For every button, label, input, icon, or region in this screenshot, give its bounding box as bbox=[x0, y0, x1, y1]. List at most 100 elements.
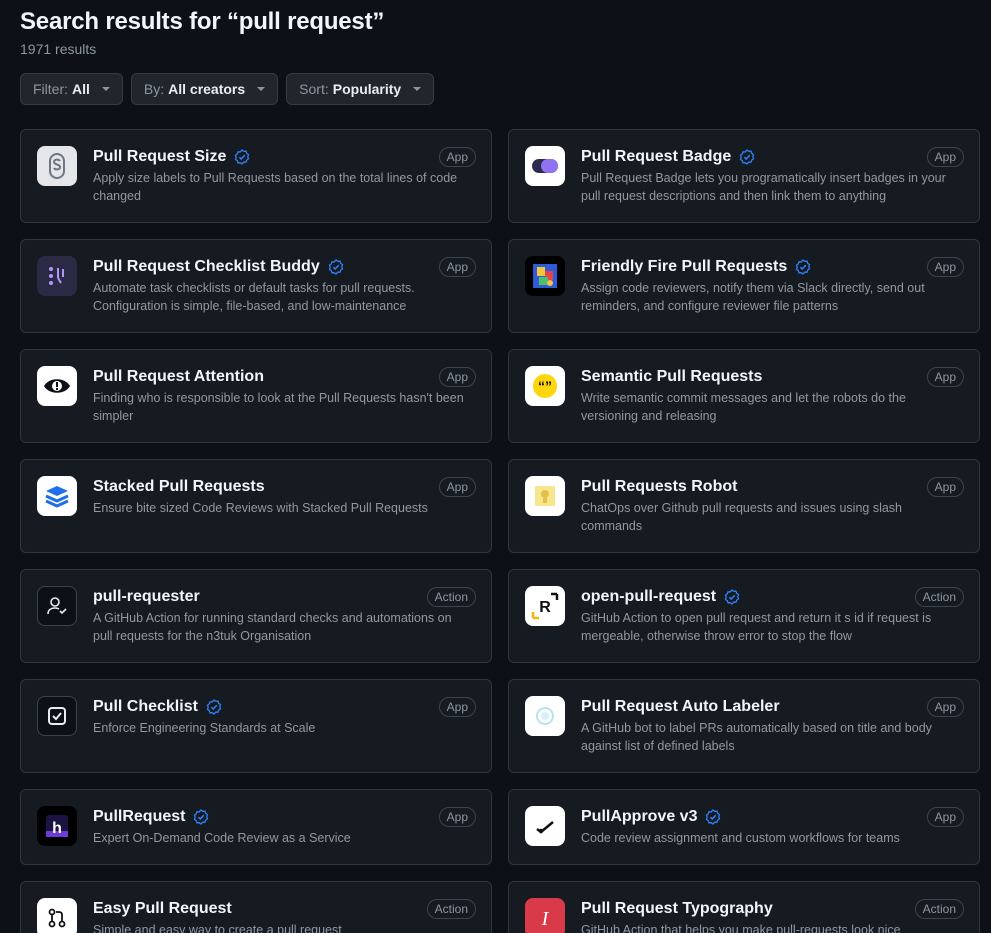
result-name-row: pull-requester bbox=[93, 586, 475, 608]
filter-type-label: Filter: bbox=[33, 81, 68, 97]
result-name[interactable]: Pull Request Typography bbox=[581, 900, 773, 918]
result-name-row: Stacked Pull Requests bbox=[93, 476, 475, 498]
result-description: ChatOps over Github pull requests and is… bbox=[581, 501, 903, 533]
result-description: Finding who is responsible to look at th… bbox=[93, 391, 464, 423]
result-name[interactable]: open-pull-request bbox=[581, 588, 716, 606]
verified-badge-icon bbox=[724, 589, 740, 605]
verified-badge-icon bbox=[795, 259, 811, 275]
type-badge: App bbox=[926, 697, 964, 717]
result-name[interactable]: Pull Request Attention bbox=[93, 368, 264, 386]
result-name-row: Pull Request Badge bbox=[581, 146, 963, 168]
checklist-buddy-icon bbox=[37, 256, 77, 296]
result-name[interactable]: Pull Request Auto Labeler bbox=[581, 698, 780, 716]
result-name[interactable]: Pull Checklist bbox=[93, 698, 198, 716]
type-badge: App bbox=[926, 367, 964, 387]
type-badge: App bbox=[926, 477, 964, 497]
type-badge: Action bbox=[914, 899, 964, 919]
result-name-row: Pull Request Typography bbox=[581, 898, 963, 920]
result-card[interactable]: Pull Request Checklist Buddy App Automate … bbox=[20, 239, 492, 333]
result-card[interactable]: I Pull Request Typography Action GitHub Act… bbox=[508, 881, 980, 933]
type-badge: App bbox=[926, 807, 964, 827]
chevron-down-icon bbox=[257, 87, 266, 91]
result-card[interactable]: Pull Checklist App Enforce Engineering Sta… bbox=[20, 679, 492, 773]
verified-badge-icon bbox=[206, 699, 222, 715]
type-badge: Action bbox=[914, 587, 964, 607]
result-name[interactable]: Easy Pull Request bbox=[93, 900, 232, 918]
verified-badge-icon bbox=[193, 809, 209, 825]
eye-icon bbox=[37, 366, 77, 406]
verified-badge-icon bbox=[234, 149, 250, 165]
type-badge: App bbox=[438, 807, 476, 827]
result-card[interactable]: Pull Request Size App Apply size labels to… bbox=[20, 129, 492, 223]
type-badge: App bbox=[438, 147, 476, 167]
result-name[interactable]: Pull Request Size bbox=[93, 148, 226, 166]
filter-creator-dropdown[interactable]: By: All creators bbox=[130, 73, 279, 105]
result-name-row: Pull Request Attention bbox=[93, 366, 475, 388]
result-name[interactable]: PullApprove v3 bbox=[581, 808, 697, 826]
result-name-row: Easy Pull Request bbox=[93, 898, 475, 920]
result-name-row: Semantic Pull Requests bbox=[581, 366, 963, 388]
result-description: Assign code reviewers, notify them via S… bbox=[581, 281, 925, 313]
result-name-row: open-pull-request bbox=[581, 586, 963, 608]
robot-icon bbox=[525, 476, 565, 516]
icon-letter: I bbox=[541, 908, 550, 930]
result-name-row: Pull Requests Robot bbox=[581, 476, 963, 498]
result-name[interactable]: Semantic Pull Requests bbox=[581, 368, 762, 386]
result-name-row: Friendly Fire Pull Requests bbox=[581, 256, 963, 278]
result-description: GitHub Action to open pull request and r… bbox=[581, 611, 932, 643]
result-name-row: PullApprove v3 bbox=[581, 806, 963, 828]
result-description: A GitHub Action for running standard che… bbox=[93, 611, 452, 643]
result-name[interactable]: PullRequest bbox=[93, 808, 185, 826]
result-name-row: PullRequest bbox=[93, 806, 475, 828]
result-description: GitHub Action that helps you make pull-r… bbox=[581, 923, 901, 933]
result-card[interactable]: pull-requester Action A GitHub Action for … bbox=[20, 569, 492, 663]
page-header: Search results for “pull request” 1971 r… bbox=[20, 8, 384, 57]
sort-value: Popularity bbox=[332, 81, 402, 97]
result-description: Ensure bite sized Code Reviews with Stac… bbox=[93, 501, 428, 515]
result-card[interactable]: Pull Request Attention App Finding who is … bbox=[20, 349, 492, 443]
result-card[interactable]: “” Semantic Pull Requests App Write semanti… bbox=[508, 349, 980, 443]
result-name[interactable]: Friendly Fire Pull Requests bbox=[581, 258, 787, 276]
type-badge: App bbox=[926, 257, 964, 277]
result-description: Code review assignment and custom workfl… bbox=[581, 831, 900, 845]
result-description: Apply size labels to Pull Requests based… bbox=[93, 171, 458, 203]
result-card[interactable]: Pull Request Badge App Pull Request Badge … bbox=[508, 129, 980, 223]
result-card[interactable]: Ropen-pull-request Action GitHub Action to… bbox=[508, 569, 980, 663]
git-pull-request-icon bbox=[37, 898, 77, 933]
filter-type-dropdown[interactable]: Filter: All bbox=[20, 73, 123, 105]
chevron-down-icon bbox=[413, 87, 422, 91]
result-card[interactable]: Pull Request Auto Labeler App A GitHub bot… bbox=[508, 679, 980, 773]
sort-dropdown[interactable]: Sort: Popularity bbox=[286, 73, 435, 105]
checkbox-icon bbox=[37, 696, 77, 736]
result-name[interactable]: Pull Request Badge bbox=[581, 148, 731, 166]
type-badge: Action bbox=[426, 587, 476, 607]
result-name[interactable]: pull-requester bbox=[93, 588, 200, 606]
stack-layers-icon bbox=[37, 476, 77, 516]
result-name-row: Pull Request Size bbox=[93, 146, 475, 168]
size-s-icon bbox=[37, 146, 77, 186]
page-title: Search results for “pull request” bbox=[20, 8, 385, 35]
result-card[interactable]: PullApprove v3 App Code review assignment … bbox=[508, 789, 980, 865]
result-card[interactable]: Stacked Pull Requests App Ensure bite size… bbox=[20, 459, 492, 553]
type-badge: App bbox=[438, 477, 476, 497]
result-description: A GitHub bot to label PRs automatically … bbox=[581, 721, 932, 753]
result-card[interactable]: Pull Requests Robot App ChatOps over Githu… bbox=[508, 459, 980, 553]
type-badge: App bbox=[438, 257, 476, 277]
result-name[interactable]: Pull Requests Robot bbox=[581, 478, 737, 496]
approve-check-icon bbox=[525, 806, 565, 846]
result-card[interactable]: h PullRequest App Expert On-Demand Code Rev… bbox=[20, 789, 492, 865]
svg-text:“”: “” bbox=[538, 378, 552, 394]
result-card[interactable]: Easy Pull Request Action Simple and easy w… bbox=[20, 881, 492, 933]
result-name-row: Pull Request Auto Labeler bbox=[581, 696, 963, 718]
verified-badge-icon bbox=[739, 149, 755, 165]
result-name[interactable]: Pull Request Checklist Buddy bbox=[93, 258, 320, 276]
italic-i-icon: I bbox=[525, 898, 565, 933]
result-card[interactable]: Friendly Fire Pull Requests App Assign cod… bbox=[508, 239, 980, 333]
label-circle-icon bbox=[525, 696, 565, 736]
result-description: Pull Request Badge lets you programatica… bbox=[581, 171, 946, 203]
quote-bubble-icon: “” bbox=[525, 366, 565, 406]
sort-label: Sort: bbox=[299, 81, 329, 97]
result-name[interactable]: Stacked Pull Requests bbox=[93, 478, 265, 496]
filter-creator-label: By: bbox=[143, 81, 165, 97]
filter-type-value: All bbox=[72, 81, 90, 97]
